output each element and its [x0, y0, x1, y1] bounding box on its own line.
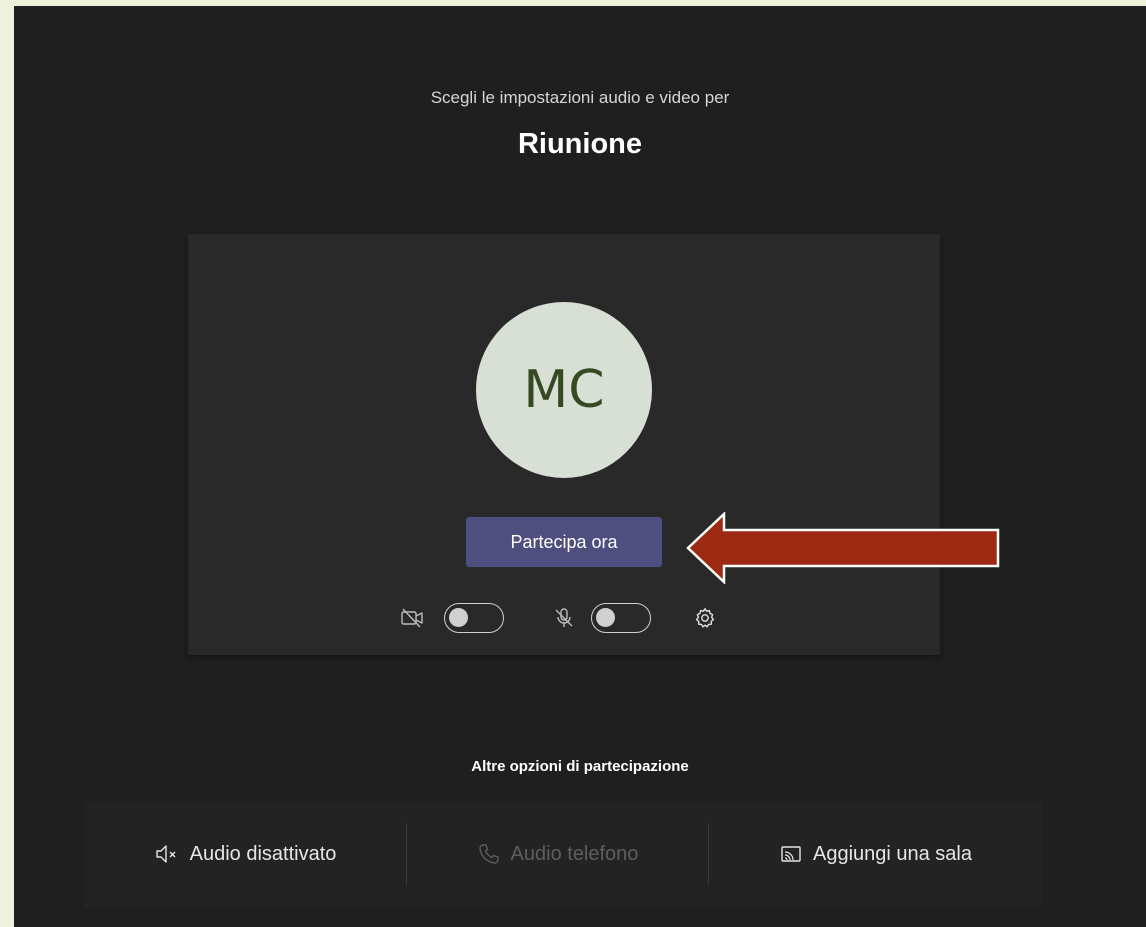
join-now-button[interactable]: Partecipa ora: [466, 517, 662, 567]
camera-toggle[interactable]: [444, 603, 504, 633]
speaker-off-icon: [155, 845, 176, 863]
camera-toggle-knob: [449, 608, 468, 627]
avatar: MC: [476, 302, 652, 478]
gear-icon[interactable]: [693, 606, 717, 630]
cast-icon: [781, 846, 801, 862]
video-preview-panel: MC Partecipa ora: [188, 234, 940, 655]
audio-off-option[interactable]: Audio disattivato: [84, 801, 406, 907]
mic-toggle-knob: [596, 608, 615, 627]
add-room-label: Aggiungi una sala: [812, 842, 972, 865]
phone-icon: [478, 844, 499, 864]
other-join-options-title: Altre opzioni di partecipazione: [471, 758, 689, 775]
device-controls: [188, 600, 940, 640]
mic-toggle[interactable]: [591, 603, 651, 633]
mic-off-icon: [555, 608, 573, 627]
annotation-arrow: [686, 512, 1000, 584]
teams-prejoin-screen: Scegli le impostazioni audio e video per…: [14, 6, 1146, 927]
other-join-options-bar: Audio disattivato Audio telefono Aggiung…: [84, 801, 1042, 907]
camera-off-icon: [401, 608, 423, 628]
phone-audio-label: Audio telefono: [510, 842, 639, 865]
phone-audio-option[interactable]: Audio telefono: [407, 801, 708, 907]
add-room-option[interactable]: Aggiungi una sala: [709, 801, 1042, 907]
annotation-arrow-shape: [686, 512, 1000, 584]
audio-off-label: Audio disattivato: [189, 842, 337, 865]
meeting-title: Riunione: [517, 128, 643, 160]
settings-subtitle: Scegli le impostazioni audio e video per: [430, 88, 730, 107]
